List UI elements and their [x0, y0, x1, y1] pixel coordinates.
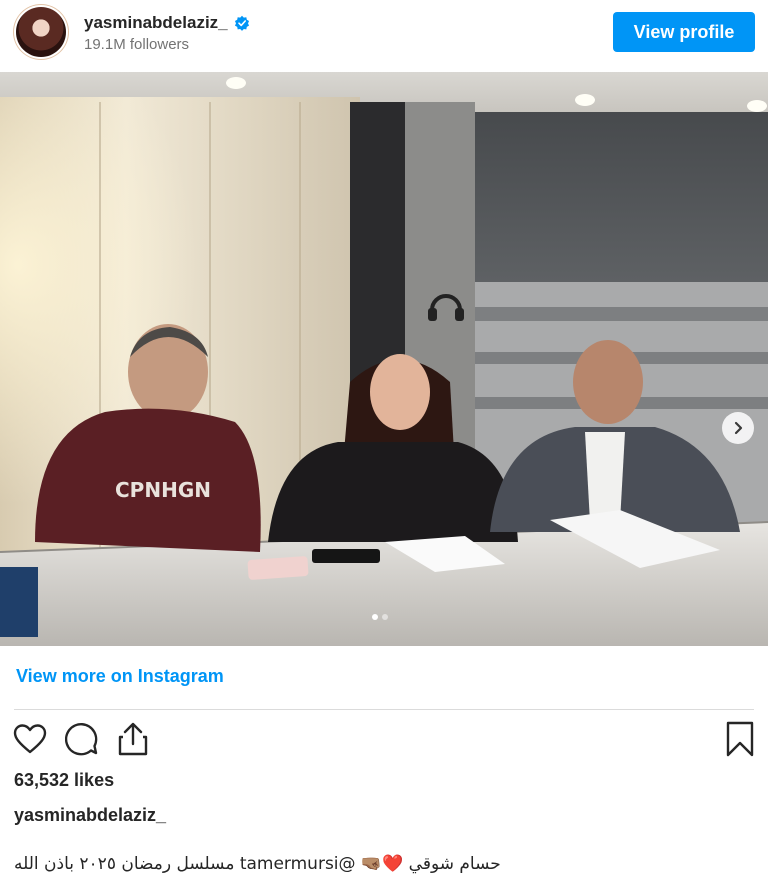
like-count[interactable]: 63,532 likes [14, 770, 114, 791]
save-button[interactable] [721, 720, 759, 758]
view-profile-button[interactable]: View profile [613, 12, 755, 52]
like-button[interactable] [11, 720, 49, 758]
chevron-right-icon [734, 421, 743, 435]
divider [14, 709, 754, 710]
caption-username[interactable]: yasminabdelaziz_ [14, 805, 166, 826]
verified-badge-icon [234, 15, 249, 31]
carousel-indicator [372, 614, 388, 620]
heart-icon [13, 724, 47, 754]
action-bar [0, 718, 768, 760]
post-header: yasminabdelaziz_ 19.1M followers View pr… [0, 0, 768, 72]
bookmark-icon [726, 721, 754, 757]
follower-count: 19.1M followers [84, 36, 190, 53]
share-button[interactable] [114, 720, 152, 758]
comment-button[interactable] [63, 720, 101, 758]
avatar[interactable] [16, 7, 66, 57]
carousel-dot [382, 614, 388, 620]
caption-text: حسام شوقي ❤️🤜🏽 @tamermursi مسلسل رمضان ٢… [14, 854, 501, 874]
carousel-dot-active [372, 614, 378, 620]
view-more-link[interactable]: View more on Instagram [16, 666, 224, 687]
username-link[interactable]: yasminabdelaziz_ [84, 13, 228, 33]
carousel-next-button[interactable] [722, 412, 754, 444]
photo-image: CPNHGN [0, 72, 768, 646]
share-icon [118, 722, 148, 756]
post-photo[interactable]: CPNHGN [0, 72, 768, 646]
username-row: yasminabdelaziz_ [84, 13, 250, 33]
svg-text:CPNHGN: CPNHGN [115, 478, 211, 502]
comment-icon [65, 723, 98, 756]
